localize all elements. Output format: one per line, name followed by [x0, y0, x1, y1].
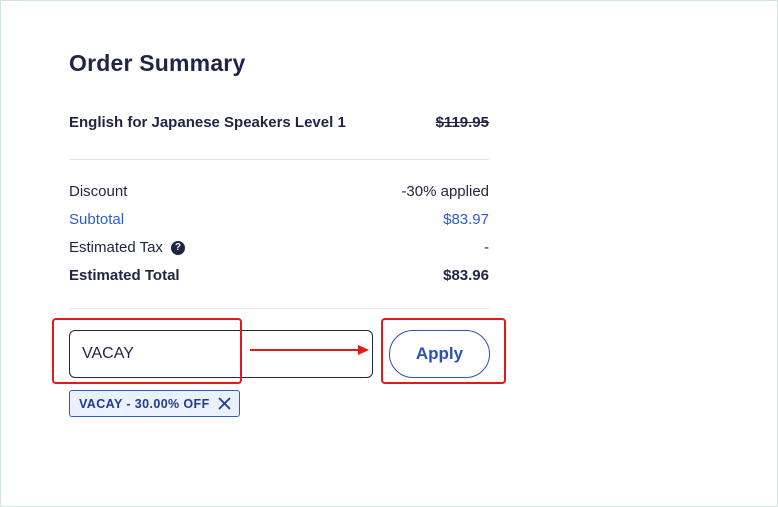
order-summary-title: Order Summary [69, 50, 246, 76]
applied-coupon-text: VACAY - 30.00% OFF [79, 396, 210, 411]
discount-label: Discount [69, 183, 128, 200]
discount-value: -30% applied [401, 183, 489, 200]
close-icon[interactable] [218, 397, 231, 410]
annotation-arrow-icon [250, 345, 369, 355]
estimated-tax-value: - [484, 239, 489, 256]
annotation-highlight-input [52, 318, 242, 384]
divider [69, 308, 489, 309]
annotation-highlight-apply [381, 318, 506, 384]
estimated-tax-label-wrap: Estimated Tax ? [69, 239, 185, 256]
estimated-tax-row: Estimated Tax ? - [69, 239, 489, 256]
discount-row: Discount -30% applied [69, 183, 489, 200]
product-name: English for Japanese Speakers Level 1 [69, 114, 346, 131]
product-row: English for Japanese Speakers Level 1 $1… [69, 114, 489, 131]
subtotal-value: $83.97 [443, 211, 489, 228]
subtotal-row: Subtotal $83.97 [69, 211, 489, 228]
estimated-total-value: $83.96 [443, 267, 489, 284]
product-original-price: $119.95 [435, 114, 489, 131]
estimated-total-label: Estimated Total [69, 267, 180, 284]
applied-coupon-tag: VACAY - 30.00% OFF [69, 390, 240, 417]
question-circle-icon[interactable]: ? [170, 240, 185, 255]
estimated-tax-label: Estimated Tax [69, 239, 163, 256]
divider [69, 159, 489, 160]
estimated-total-row: Estimated Total $83.96 [69, 267, 489, 284]
subtotal-label: Subtotal [69, 211, 125, 228]
